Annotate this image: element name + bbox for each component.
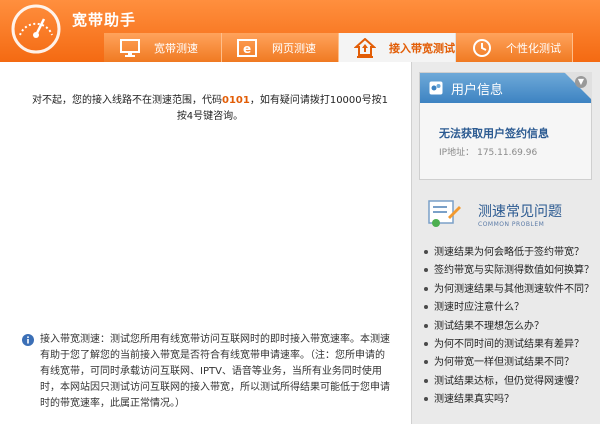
home-upload-icon bbox=[353, 37, 377, 59]
bullet-icon bbox=[424, 305, 428, 310]
main-panel: 对不起，您的接入线路不在测速范围，代码0101，如有疑问请拨打10000号按1按… bbox=[0, 62, 411, 424]
faq-link[interactable]: 测速时应注意什么？ bbox=[424, 299, 594, 317]
bullet-icon bbox=[424, 250, 428, 254]
faq-link-label: 签约带宽与实际测得数值如何换算？ bbox=[434, 265, 594, 277]
faq-link[interactable]: 测速结果真实吗？ bbox=[424, 391, 594, 409]
faq-link[interactable]: 测试结果不理想怎么办？ bbox=[424, 318, 594, 336]
user-info-title: 用户信息 bbox=[451, 82, 504, 98]
user-info-icon bbox=[429, 81, 443, 95]
faq-link[interactable]: 为何测速结果与其他测速软件不同？ bbox=[424, 281, 594, 299]
info-note: 接入带宽测速：测试您所用有线宽带访问互联网时的即时接入带宽速率。本测速有助于您了… bbox=[22, 332, 392, 412]
faq-link-label: 为何带宽一样但测试结果不同？ bbox=[434, 357, 574, 369]
bullet-icon bbox=[424, 341, 428, 346]
bullet-icon bbox=[424, 286, 428, 291]
faq-link[interactable]: 测速结果为何会略低于签约带宽？ bbox=[424, 244, 594, 262]
bullet-icon bbox=[424, 378, 428, 383]
info-icon bbox=[22, 334, 34, 346]
tab-custom-test[interactable]: 个性化测试 bbox=[456, 33, 573, 62]
ip-value: 175.11.69.96 bbox=[477, 148, 538, 158]
faq-link-label: 测速结果真实吗？ bbox=[434, 394, 514, 406]
message-text: 对不起，您的接入线路不在测速范围，代码 bbox=[31, 95, 222, 106]
faq-header: 测速常见问题 COMMON PROBLEM bbox=[426, 195, 596, 235]
faq-title: 测速常见问题 bbox=[478, 204, 562, 220]
faq-link[interactable]: 签约带宽与实际测得数值如何换算？ bbox=[424, 262, 594, 280]
ip-address: IP地址： 175.11.69.96 bbox=[439, 145, 537, 158]
faq-link-label: 测速时应注意什么？ bbox=[434, 302, 524, 314]
faq-link-label: 测试结果达标，但仍觉得网速慢？ bbox=[434, 375, 584, 387]
page-fold-corner[interactable]: ▼ bbox=[564, 72, 592, 100]
faq-link[interactable]: 为何不同时间的测试结果有差异？ bbox=[424, 336, 594, 354]
tab-label: 宽带测速 bbox=[154, 41, 198, 55]
note-text: 接入带宽测速：测试您所用有线宽带访问互联网时的即时接入带宽速率。本测速有助于您了… bbox=[40, 334, 390, 409]
svg-text:e: e bbox=[243, 42, 251, 56]
error-code: 0101 bbox=[221, 95, 250, 106]
monitor-icon bbox=[118, 37, 142, 59]
speedometer-logo-icon bbox=[11, 4, 61, 54]
tab-label: 网页测速 bbox=[272, 41, 316, 55]
faq-link-label: 为何测速结果与其他测速软件不同？ bbox=[434, 283, 594, 295]
bullet-icon bbox=[424, 397, 428, 402]
app-header: 宽带助手 宽带测速 e 网页测速 接入带宽测试 个性化测试 bbox=[0, 0, 600, 62]
faq-book-icon bbox=[428, 200, 461, 227]
tab-label: 接入带宽测试 bbox=[389, 41, 455, 55]
tab-bar: 宽带测速 e 网页测速 接入带宽测试 个性化测试 bbox=[104, 33, 573, 62]
faq-link-label: 为何不同时间的测试结果有差异？ bbox=[434, 338, 584, 350]
tab-broadband-speed[interactable]: 宽带测速 bbox=[104, 33, 222, 62]
faq-subtitle: COMMON PROBLEM bbox=[478, 221, 545, 228]
faq-link[interactable]: 为何带宽一样但测试结果不同？ bbox=[424, 354, 594, 372]
clock-icon bbox=[470, 37, 494, 59]
bullet-icon bbox=[424, 268, 428, 273]
tab-label: 个性化测试 bbox=[506, 41, 561, 55]
faq-link-label: 测试结果不理想怎么办？ bbox=[434, 320, 544, 332]
tab-webpage-speed[interactable]: e 网页测速 bbox=[222, 33, 339, 62]
bullet-icon bbox=[424, 323, 428, 328]
user-info-panel: 用户信息 ▼ 无法获取用户签约信息 IP地址： 175.11.69.96 bbox=[419, 72, 592, 180]
sidebar: 用户信息 ▼ 无法获取用户签约信息 IP地址： 175.11.69.96 测速常见… bbox=[411, 62, 600, 424]
user-status: 无法获取用户签约信息 bbox=[439, 127, 549, 140]
tab-access-bandwidth[interactable]: 接入带宽测试 bbox=[339, 33, 456, 62]
browser-e-icon: e bbox=[236, 37, 260, 59]
faq-list: 测速结果为何会略低于签约带宽？ 签约带宽与实际测得数值如何换算？ 为何测速结果与… bbox=[424, 244, 594, 410]
bullet-icon bbox=[424, 360, 428, 365]
app-title: 宽带助手 bbox=[72, 11, 137, 29]
download-arrow-icon: ▼ bbox=[575, 76, 587, 88]
faq-link[interactable]: 测试结果达标，但仍觉得网速慢？ bbox=[424, 373, 594, 391]
error-message: 对不起，您的接入线路不在测速范围，代码0101，如有疑问请拨打10000号按1按… bbox=[30, 93, 390, 125]
ip-label: IP地址： bbox=[439, 148, 475, 158]
faq-link-label: 测速结果为何会略低于签约带宽？ bbox=[434, 247, 584, 258]
